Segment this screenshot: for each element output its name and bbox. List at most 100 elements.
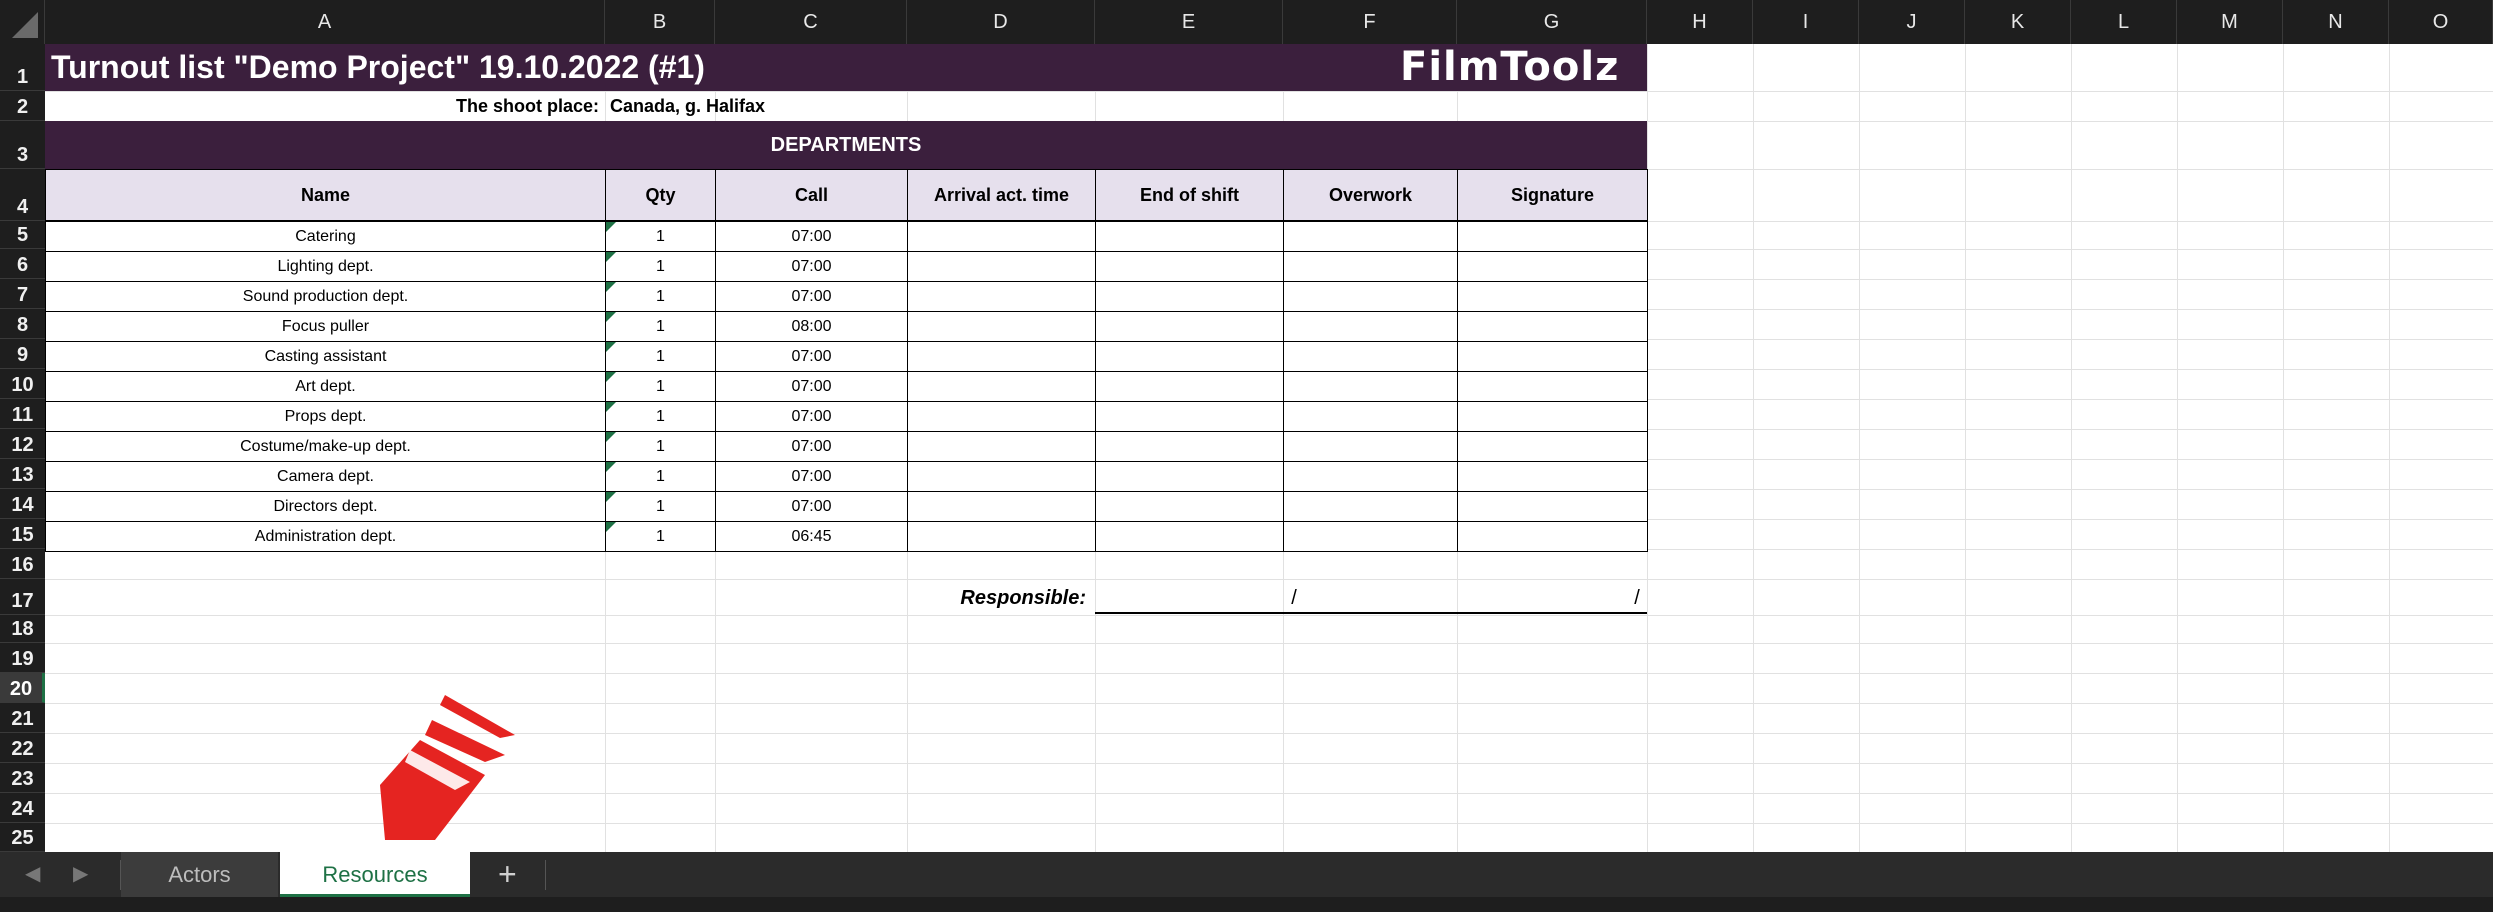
row-header[interactable]: 19: [0, 643, 45, 673]
table-cell-name[interactable]: Props dept.: [45, 401, 606, 432]
row-header[interactable]: 18: [0, 615, 45, 643]
table-cell-call[interactable]: 07:00: [715, 431, 908, 462]
table-cell-empty[interactable]: [1095, 371, 1284, 402]
table-cell-qty[interactable]: 1: [605, 521, 716, 552]
table-cell-empty[interactable]: [1457, 341, 1648, 372]
column-header[interactable]: H: [1647, 0, 1753, 44]
tab-actors[interactable]: Actors: [121, 852, 278, 897]
table-cell-empty[interactable]: [907, 251, 1096, 282]
table-header-cell[interactable]: Call: [715, 169, 908, 221]
shoot-place-value[interactable]: Canada, g. Halifax: [607, 91, 1107, 121]
row-header[interactable]: 8: [0, 309, 45, 339]
table-cell-empty[interactable]: [907, 281, 1096, 312]
column-header[interactable]: A: [45, 0, 605, 44]
table-cell-empty[interactable]: [1457, 521, 1648, 552]
table-cell-call[interactable]: 07:00: [715, 221, 908, 252]
row-header[interactable]: 25: [0, 823, 45, 852]
table-cell-qty[interactable]: 1: [605, 251, 716, 282]
table-cell-call[interactable]: 07:00: [715, 281, 908, 312]
table-cell-empty[interactable]: [1095, 491, 1284, 522]
table-cell-empty[interactable]: [907, 371, 1096, 402]
row-header[interactable]: 10: [0, 369, 45, 399]
table-header-cell[interactable]: Qty: [605, 169, 716, 221]
table-cell-qty[interactable]: 1: [605, 221, 716, 252]
table-cell-call[interactable]: 07:00: [715, 461, 908, 492]
column-header[interactable]: J: [1859, 0, 1965, 44]
table-cell-name[interactable]: Directors dept.: [45, 491, 606, 522]
table-cell-empty[interactable]: [907, 311, 1096, 342]
table-cell-empty[interactable]: [1283, 521, 1458, 552]
row-header[interactable]: 4: [0, 169, 45, 221]
row-header[interactable]: 20: [0, 673, 45, 703]
table-cell-call[interactable]: 07:00: [715, 341, 908, 372]
table-cell-empty[interactable]: [907, 461, 1096, 492]
table-cell-empty[interactable]: [1457, 251, 1648, 282]
table-cell-empty[interactable]: [1457, 491, 1648, 522]
table-cell-empty[interactable]: [907, 491, 1096, 522]
select-all-corner[interactable]: [0, 0, 45, 44]
table-cell-empty[interactable]: [907, 341, 1096, 372]
prev-sheet-arrow-icon[interactable]: ◀: [25, 852, 40, 897]
table-cell-empty[interactable]: [1283, 341, 1458, 372]
table-header-cell[interactable]: Signature: [1457, 169, 1648, 221]
table-cell-name[interactable]: Casting assistant: [45, 341, 606, 372]
column-header[interactable]: L: [2071, 0, 2177, 44]
table-cell-empty[interactable]: [1095, 251, 1284, 282]
row-header[interactable]: 12: [0, 429, 45, 459]
table-cell-name[interactable]: Art dept.: [45, 371, 606, 402]
row-header[interactable]: 1: [0, 44, 45, 91]
table-cell-empty[interactable]: [1283, 281, 1458, 312]
table-cell-name[interactable]: Focus puller: [45, 311, 606, 342]
table-cell-qty[interactable]: 1: [605, 281, 716, 312]
row-header[interactable]: 2: [0, 91, 45, 121]
row-header[interactable]: 5: [0, 221, 45, 249]
row-header[interactable]: 14: [0, 489, 45, 519]
column-header[interactable]: N: [2283, 0, 2389, 44]
table-cell-empty[interactable]: [1283, 431, 1458, 462]
table-cell-empty[interactable]: [907, 401, 1096, 432]
table-cell-qty[interactable]: 1: [605, 341, 716, 372]
table-header-cell[interactable]: Name: [45, 169, 606, 221]
table-header-cell[interactable]: Overwork: [1283, 169, 1458, 221]
table-cell-empty[interactable]: [1095, 281, 1284, 312]
column-header[interactable]: O: [2389, 0, 2493, 44]
row-header[interactable]: 22: [0, 733, 45, 763]
table-cell-empty[interactable]: [1457, 371, 1648, 402]
table-cell-call[interactable]: 06:45: [715, 521, 908, 552]
table-cell-qty[interactable]: 1: [605, 461, 716, 492]
table-cell-call[interactable]: 07:00: [715, 491, 908, 522]
table-cell-empty[interactable]: [1283, 311, 1458, 342]
row-header[interactable]: 23: [0, 763, 45, 793]
table-cell-empty[interactable]: [907, 431, 1096, 462]
tab-resources[interactable]: Resources: [280, 852, 470, 897]
table-cell-qty[interactable]: 1: [605, 431, 716, 462]
row-header[interactable]: 15: [0, 519, 45, 549]
table-cell-qty[interactable]: 1: [605, 401, 716, 432]
table-cell-empty[interactable]: [1095, 431, 1284, 462]
table-cell-empty[interactable]: [1283, 221, 1458, 252]
table-cell-empty[interactable]: [1095, 401, 1284, 432]
table-cell-call[interactable]: 08:00: [715, 311, 908, 342]
column-header[interactable]: D: [907, 0, 1095, 44]
table-cell-empty[interactable]: [1457, 431, 1648, 462]
table-cell-call[interactable]: 07:00: [715, 401, 908, 432]
table-cell-name[interactable]: Catering: [45, 221, 606, 252]
row-header[interactable]: 3: [0, 121, 45, 169]
table-cell-empty[interactable]: [1095, 221, 1284, 252]
table-cell-name[interactable]: Lighting dept.: [45, 251, 606, 282]
table-cell-qty[interactable]: 1: [605, 311, 716, 342]
row-header[interactable]: 16: [0, 549, 45, 579]
row-header[interactable]: 24: [0, 793, 45, 823]
table-cell-empty[interactable]: [1457, 221, 1648, 252]
column-header[interactable]: I: [1753, 0, 1859, 44]
table-cell-empty[interactable]: [1283, 371, 1458, 402]
table-cell-empty[interactable]: [1457, 281, 1648, 312]
table-cell-empty[interactable]: [1095, 521, 1284, 552]
table-header-cell[interactable]: Arrival act. time: [907, 169, 1096, 221]
table-cell-empty[interactable]: [1457, 311, 1648, 342]
row-header[interactable]: 13: [0, 459, 45, 489]
table-cell-empty[interactable]: [1283, 461, 1458, 492]
add-sheet-button[interactable]: +: [498, 852, 517, 897]
column-header[interactable]: C: [715, 0, 907, 44]
table-cell-empty[interactable]: [907, 221, 1096, 252]
